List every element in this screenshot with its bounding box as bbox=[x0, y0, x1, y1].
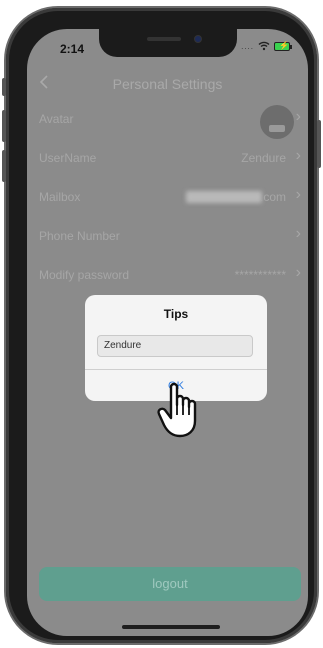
settings-row-mailbox[interactable]: Mailbox .com › bbox=[27, 179, 308, 218]
row-value: Zendure bbox=[241, 151, 286, 165]
row-label: Avatar bbox=[39, 112, 74, 126]
chevron-right-icon: › bbox=[295, 108, 301, 125]
row-value: *********** bbox=[234, 268, 286, 282]
row-label: Phone Number bbox=[39, 229, 120, 243]
status-time: 2:14 bbox=[60, 42, 85, 56]
row-label: Mailbox bbox=[39, 190, 81, 204]
battery-icon: ⚡ bbox=[274, 41, 292, 51]
mute-switch bbox=[2, 78, 6, 96]
stage: 2:14 .... ⚡ Personal Settings Avatar › U… bbox=[0, 0, 323, 648]
camera-icon bbox=[194, 35, 202, 43]
phone-frame: 2:14 .... ⚡ Personal Settings Avatar › U… bbox=[2, 8, 321, 643]
chevron-right-icon: › bbox=[295, 147, 301, 164]
chevron-right-icon: › bbox=[295, 264, 301, 281]
hand-pointer-icon bbox=[157, 382, 197, 438]
row-value: .com bbox=[259, 190, 286, 204]
settings-row-password[interactable]: Modify password *********** › bbox=[27, 257, 308, 296]
page-title: Personal Settings bbox=[112, 76, 223, 92]
settings-row-username[interactable]: UserName Zendure › bbox=[27, 140, 308, 179]
power-button bbox=[317, 120, 321, 168]
settings-row-avatar[interactable]: Avatar › bbox=[27, 101, 308, 140]
volume-down-button bbox=[2, 150, 6, 182]
chevron-right-icon: › bbox=[295, 225, 301, 242]
notch bbox=[99, 29, 237, 57]
dialog-title: Tips bbox=[163, 307, 189, 321]
row-label: Modify password bbox=[39, 268, 130, 282]
speaker bbox=[147, 37, 181, 41]
chevron-right-icon: › bbox=[295, 186, 301, 203]
dialog-divider bbox=[85, 369, 267, 370]
wifi-icon bbox=[258, 41, 270, 51]
phone-screen: 2:14 .... ⚡ Personal Settings Avatar › U… bbox=[27, 29, 308, 636]
home-indicator bbox=[122, 625, 220, 629]
volume-up-button bbox=[2, 110, 6, 142]
signal-icon: .... bbox=[241, 41, 254, 51]
blurred-email bbox=[186, 191, 262, 203]
row-label: UserName bbox=[39, 151, 97, 165]
username-input[interactable]: Zendure bbox=[97, 335, 253, 357]
logout-button[interactable]: logout bbox=[39, 567, 301, 601]
settings-row-phone[interactable]: Phone Number › bbox=[27, 218, 308, 257]
status-icons: .... ⚡ bbox=[241, 41, 292, 51]
avatar bbox=[260, 105, 294, 139]
